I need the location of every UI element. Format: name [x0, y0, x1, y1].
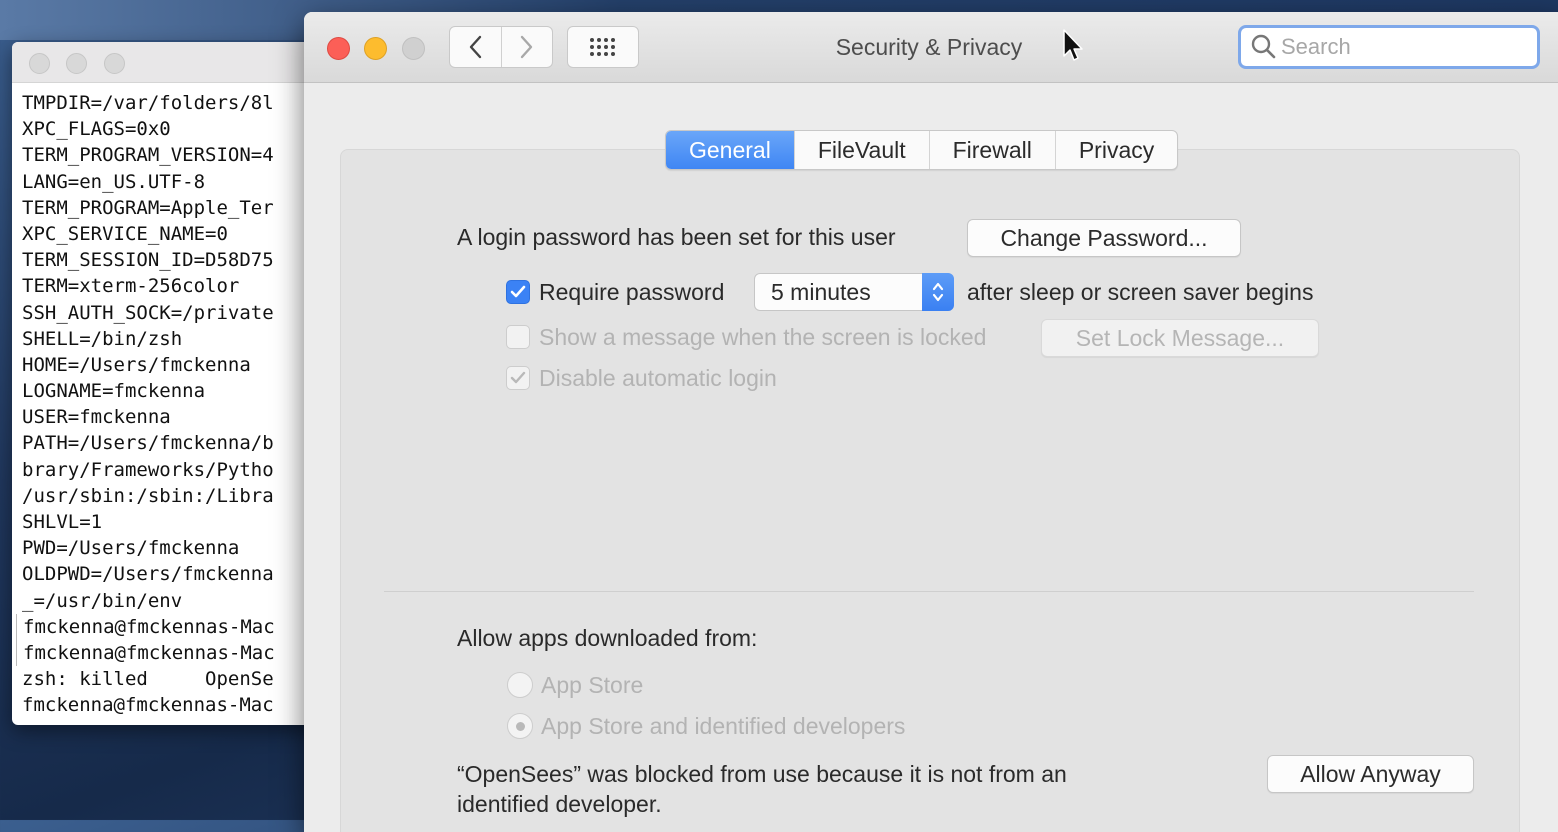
terminal-line: TERM_PROGRAM=Apple_Ter	[22, 196, 274, 219]
terminal-line: TERM=xterm-256color	[22, 275, 240, 298]
terminal-line: PATH=/Users/fmckenna/b	[22, 432, 274, 455]
search-icon	[1251, 34, 1276, 59]
allow-apps-label: Allow apps downloaded from:	[457, 625, 758, 651]
show-message-checkbox[interactable]	[506, 325, 530, 349]
search-input[interactable]	[1281, 34, 1511, 60]
require-password-checkbox[interactable]	[506, 280, 530, 304]
tab-firewall[interactable]: Firewall	[930, 131, 1056, 169]
blocked-message-line1: “OpenSees” was blocked from use because …	[457, 761, 1067, 787]
terminal-line: LANG=en_US.UTF-8	[22, 170, 206, 193]
set-lock-message-button[interactable]: Set Lock Message...	[1041, 319, 1319, 357]
terminal-zoom-button[interactable]	[104, 53, 125, 74]
terminal-line: USER=fmckenna	[22, 406, 171, 429]
terminal-line: SHELL=/bin/zsh	[22, 327, 183, 350]
blocked-message-line2: identified developer.	[457, 791, 662, 817]
terminal-line: PWD=/Users/fmckenna	[22, 537, 240, 560]
terminal-line: TMPDIR=/var/folders/8l	[22, 92, 274, 114]
radio-app-store[interactable]	[507, 672, 533, 698]
password-delay-value: 5 minutes	[771, 279, 871, 305]
terminal-line: XPC_FLAGS=0x0	[22, 118, 171, 141]
tab-general[interactable]: General	[666, 131, 795, 169]
terminal-minimize-button[interactable]	[66, 53, 87, 74]
terminal-line: fmckenna@fmckennas-Mac	[16, 639, 322, 667]
terminal-line: SHLVL=1	[22, 511, 103, 533]
allow-anyway-button[interactable]: Allow Anyway	[1267, 755, 1474, 793]
change-password-button[interactable]: Change Password...	[967, 219, 1241, 257]
after-sleep-text: after sleep or screen saver begins	[967, 279, 1314, 305]
radio-selected-dot	[515, 721, 525, 731]
terminal-line: OLDPWD=/Users/fmckenna	[22, 563, 274, 586]
terminal-line: fmckenna@fmckennas-Mac	[16, 613, 322, 640]
terminal-line: TERM_PROGRAM_VERSION=4	[22, 144, 274, 167]
terminal-line: XPC_SERVICE_NAME=0	[22, 222, 228, 245]
terminal-line: _=/usr/bin/env	[22, 589, 183, 612]
tab-privacy[interactable]: Privacy	[1056, 131, 1177, 169]
terminal-line: brary/Frameworks/Pytho	[22, 458, 274, 481]
search-field[interactable]	[1238, 25, 1540, 69]
terminal-line: TERM_SESSION_ID=D58D75	[22, 249, 274, 272]
terminal-line: HOME=/Users/fmckenna	[22, 353, 251, 376]
password-delay-select[interactable]: 5 minutes	[754, 273, 954, 311]
terminal-line: LOGNAME=fmckenna	[22, 380, 206, 403]
require-password-label: Require password	[539, 279, 725, 305]
security-privacy-window: Security & Privacy General FileVault Fir…	[304, 12, 1558, 832]
checkmark-icon	[510, 371, 526, 384]
login-password-text: A login password has been set for this u…	[457, 224, 896, 250]
tab-filevault[interactable]: FileVault	[795, 131, 930, 169]
terminal-line: SSH_AUTH_SOCK=/private	[22, 301, 274, 324]
terminal-line: /usr/sbin:/sbin:/Libra	[22, 484, 274, 507]
terminal-close-button[interactable]	[29, 53, 50, 74]
radio-app-store-label: App Store	[541, 672, 644, 698]
checkmark-icon	[510, 285, 526, 298]
terminal-window: TMPDIR=/var/folders/8l XPC_FLAGS=0x0 TERM_…	[12, 42, 322, 725]
mouse-pointer-icon	[1063, 29, 1083, 61]
tab-bar: General FileVault Firewall Privacy	[665, 130, 1179, 170]
terminal-output[interactable]: TMPDIR=/var/folders/8l XPC_FLAGS=0x0 TERM_…	[12, 83, 322, 719]
show-message-label: Show a message when the screen is locked	[539, 324, 987, 350]
stepper-arrows-icon	[922, 273, 954, 311]
disable-autologin-checkbox[interactable]	[506, 366, 530, 390]
radio-identified-label: App Store and identified developers	[541, 713, 906, 739]
terminal-line: zsh: killed OpenSe	[22, 668, 274, 691]
window-titlebar: Security & Privacy	[304, 12, 1558, 83]
terminal-line: fmckenna@fmckennas-Mac	[22, 694, 274, 717]
section-divider	[384, 591, 1474, 592]
terminal-titlebar	[12, 42, 322, 83]
radio-identified-developers[interactable]	[507, 713, 533, 739]
disable-autologin-label: Disable automatic login	[539, 365, 777, 391]
